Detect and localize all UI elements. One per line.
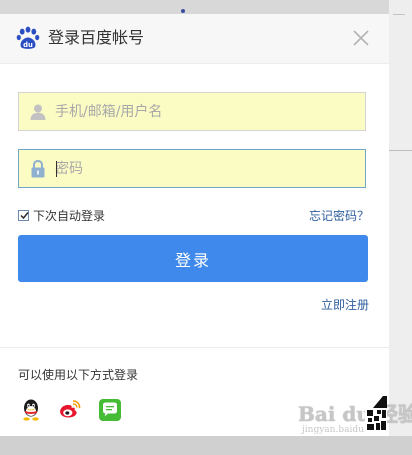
watermark: Bai du 经验 jingyan.baidu.com	[296, 398, 412, 450]
dialog-title: 登录百度帐号	[48, 28, 145, 47]
baidu-paw-icon: du	[16, 26, 40, 49]
remember-me[interactable]: 下次自动登录	[18, 207, 105, 223]
background-divider	[393, 14, 405, 15]
qq-icon[interactable]	[19, 398, 43, 422]
watermark-brand: Bai du 经验	[298, 402, 412, 426]
background-page	[389, 0, 412, 455]
dialog-header: du 登录百度帐号	[0, 14, 389, 64]
qr-code-icon	[365, 396, 387, 432]
password-field[interactable]	[18, 149, 366, 188]
login-dialog: du 登录百度帐号 下次自动登录 忘记密码？ 登录 立即	[0, 14, 389, 436]
username-input[interactable]	[55, 93, 355, 130]
text-cursor	[56, 161, 57, 177]
remember-checkbox[interactable]	[18, 209, 29, 221]
other-login-label: 可以使用以下方式登录	[18, 368, 139, 382]
remember-label: 下次自动登录	[33, 208, 106, 223]
login-button[interactable]: 登录	[18, 235, 368, 282]
background-dot	[181, 9, 185, 13]
password-input[interactable]	[55, 150, 355, 187]
user-icon	[30, 104, 46, 120]
register-link[interactable]: 立即注册	[321, 296, 369, 313]
close-icon[interactable]	[350, 27, 372, 49]
forgot-password-link[interactable]: 忘记密码？	[309, 207, 369, 224]
wechat-icon[interactable]	[98, 398, 122, 422]
section-divider	[0, 347, 389, 348]
svg-text:du: du	[23, 41, 33, 49]
username-field[interactable]	[18, 92, 366, 131]
lock-icon	[31, 159, 45, 178]
check-icon	[20, 211, 29, 219]
weibo-icon[interactable]	[58, 398, 82, 422]
background-divider	[389, 150, 412, 151]
